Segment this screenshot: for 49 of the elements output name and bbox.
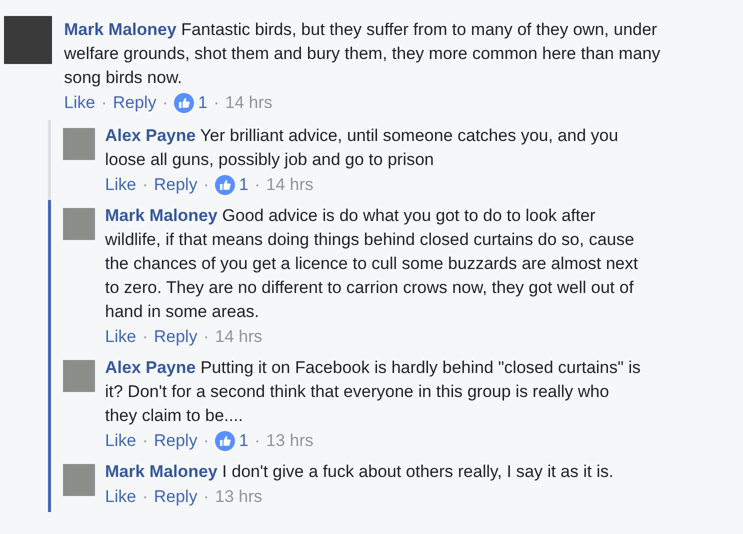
separator-dot: ·: [142, 174, 148, 196]
author-link[interactable]: Alex Payne: [105, 358, 196, 377]
like-count[interactable]: 1: [239, 430, 248, 452]
like-link[interactable]: Like: [64, 92, 96, 114]
comment-text: Mark Maloney I don't give a fuck about others really, I say it as it is.: [105, 461, 614, 483]
comment-text: Alex Payne Yer brilliant advice, until someone catches you, and you loose all guns, possibly job and go to prison: [105, 125, 620, 171]
comment-text: Alex Payne Putting it on Facebook is hardly behind "closed curtains" is it? Don't for a second think that everyone in this group is really who they claim to be....: [105, 357, 641, 427]
thumbs-up-icon: [215, 431, 235, 451]
reply-link[interactable]: Reply: [154, 486, 198, 508]
avatar-photo-placeholder[interactable]: [4, 16, 52, 64]
avatar-photo-placeholder[interactable]: [63, 128, 95, 160]
reply-link[interactable]: Reply: [154, 430, 198, 452]
thumbs-up-icon: [215, 175, 235, 195]
like-link[interactable]: Like: [105, 174, 136, 196]
separator-dot: ·: [254, 430, 260, 452]
thumbs-up-icon: [174, 93, 194, 113]
comment-text: Mark Maloney Good advice is do what you got to do to look after wildlife, if that means doing things behind closed curtains do so, cause the chances of you get a licence to cull some buzzards are almost next to zero. They are no different to carrion crows now, they got well out of hand in some areas.: [105, 205, 639, 323]
reply-link[interactable]: Reply: [154, 326, 198, 348]
author-link[interactable]: Mark Maloney: [105, 206, 218, 225]
avatar-photo-placeholder[interactable]: [63, 464, 95, 496]
separator-dot: ·: [203, 174, 209, 196]
avatar-photo-placeholder[interactable]: [63, 360, 95, 392]
separator-dot: ·: [254, 174, 260, 196]
separator-dot: ·: [142, 430, 148, 452]
separator-dot: ·: [142, 326, 148, 348]
separator-dot: ·: [162, 92, 168, 114]
separator-dot: ·: [101, 92, 107, 114]
comment-time[interactable]: 14 hrs: [225, 92, 272, 114]
comment-time[interactable]: 13 hrs: [215, 486, 262, 508]
reply-link[interactable]: Reply: [112, 92, 156, 114]
author-link[interactable]: Mark Maloney: [105, 462, 218, 481]
separator-dot: ·: [203, 326, 209, 348]
comment-time[interactable]: 14 hrs: [266, 174, 314, 196]
like-count[interactable]: 1: [239, 174, 248, 196]
avatar-photo-placeholder[interactable]: [63, 208, 95, 240]
author-link[interactable]: Mark Maloney: [64, 20, 176, 39]
separator-dot: ·: [213, 92, 220, 114]
comment-time[interactable]: 13 hrs: [266, 430, 314, 452]
like-count[interactable]: 1: [198, 92, 208, 114]
comment-time[interactable]: 14 hrs: [215, 326, 262, 348]
author-link[interactable]: Alex Payne: [105, 126, 196, 145]
reply-link[interactable]: Reply: [154, 174, 198, 196]
like-link[interactable]: Like: [105, 326, 136, 348]
like-link[interactable]: Like: [105, 486, 136, 508]
comment-text: Mark Maloney Fantastic birds, but they suffer from to many of they own, under welfare grounds, shot them and bury them, they more common here than many song birds now.: [64, 19, 662, 89]
like-link[interactable]: Like: [105, 430, 136, 452]
separator-dot: ·: [142, 486, 148, 508]
separator-dot: ·: [203, 430, 209, 452]
separator-dot: ·: [203, 486, 209, 508]
